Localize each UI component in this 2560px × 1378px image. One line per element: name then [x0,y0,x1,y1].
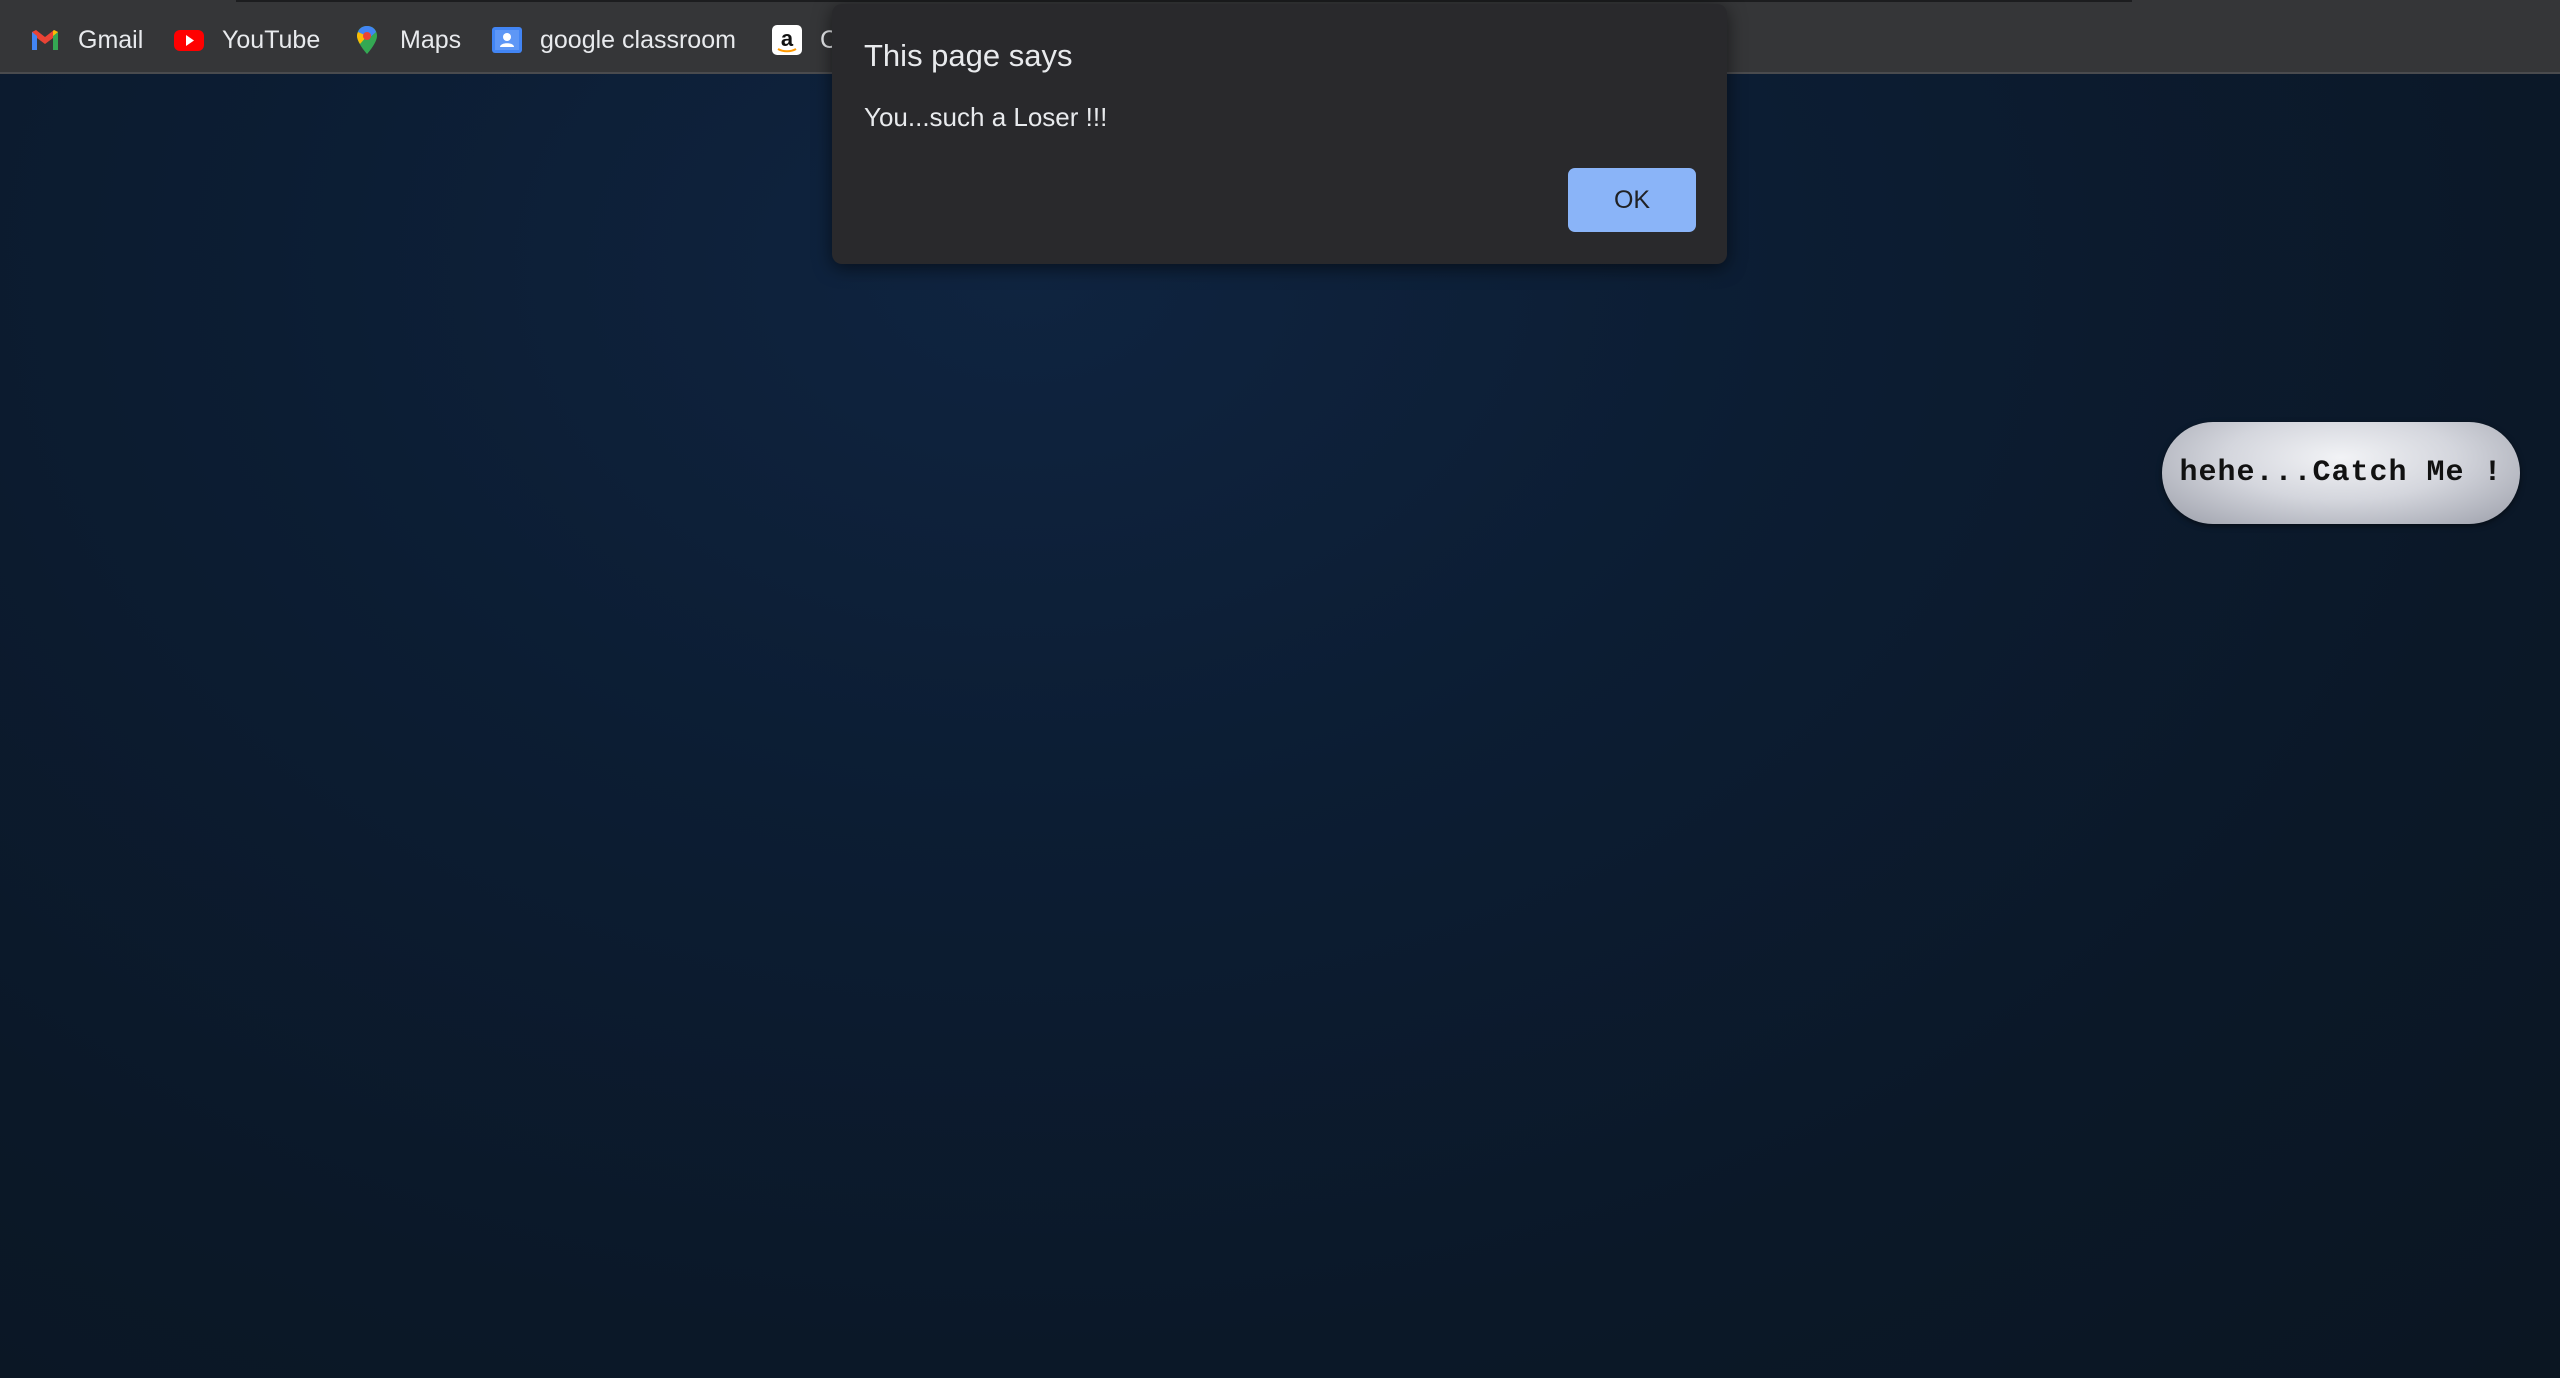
tab-strip-edge [236,0,2132,2]
ok-button[interactable]: OK [1568,168,1696,232]
alert-message: You...such a Loser !!! [864,102,1108,132]
bookmark-label: Maps [400,25,462,54]
bookmark-label: Gmail [78,25,144,54]
maps-icon [350,23,384,57]
alert-dialog: This page says You...such a Loser !!! OK [832,4,1727,264]
bookmark-label: google classroom [540,25,736,54]
bookmark-gmail[interactable]: Gmail [28,22,143,58]
alert-title: This page says [864,38,1073,73]
bookmark-maps[interactable]: Maps [350,22,461,58]
classroom-icon [490,23,524,57]
bookmark-label: YouTube [222,25,321,54]
bookmark-amazon[interactable]: a C [770,22,838,58]
gmail-icon [28,23,62,57]
catch-me-button[interactable]: hehe...Catch Me ! [2162,422,2520,524]
bookmark-youtube[interactable]: YouTube [172,22,320,58]
svg-text:a: a [781,26,794,51]
youtube-icon [172,23,206,57]
bookmark-google-classroom[interactable]: google classroom [490,22,736,58]
amazon-icon: a [770,23,804,57]
page-content: hehe...Catch Me ! [0,74,2560,1378]
